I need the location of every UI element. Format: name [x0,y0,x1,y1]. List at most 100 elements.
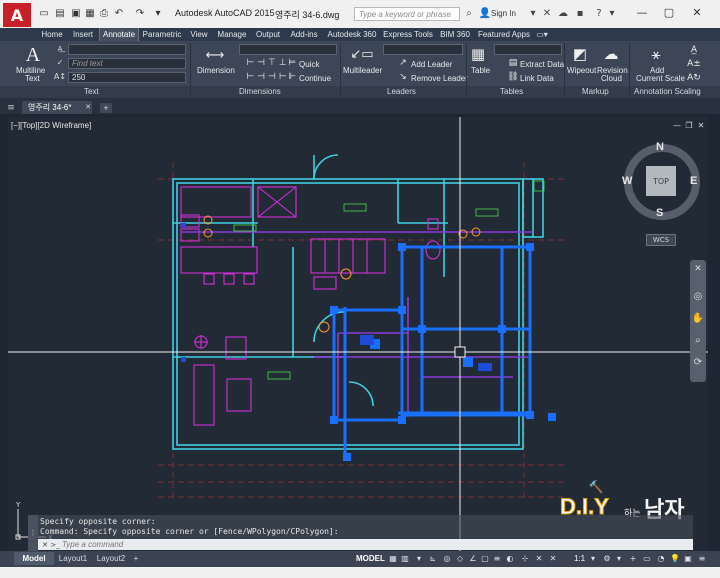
scale-dropdown-icon[interactable]: ▾ [588,554,598,564]
workspace-dropdown-icon[interactable]: ▾ [614,554,624,564]
revision-cloud-icon[interactable]: ☁ [600,44,622,64]
dimension-label[interactable]: Dimension [197,66,235,75]
command-close-icon[interactable]: ✕ [40,540,50,549]
add-leader-icon[interactable]: ↗ [398,58,408,68]
tab-autodesk-360[interactable]: Autodesk 360 [324,28,380,41]
multileader-style-dropdown[interactable] [383,44,463,55]
document-tab[interactable]: 영주리 34-6* [22,101,92,114]
isodraft-icon[interactable]: ◇ [455,554,465,564]
multiline-text-icon[interactable]: A [22,44,44,66]
exchange-apps-icon[interactable]: ✕ [540,8,554,20]
pan-icon[interactable]: ✋ [692,310,704,326]
viewport-close-icon[interactable]: ✕ [696,121,706,130]
command-recent-icon[interactable]: >_ [50,540,60,549]
snap-dropdown-icon[interactable]: ▾ [414,554,424,564]
annotation-scale-tool-2-icon[interactable]: A± [687,58,701,70]
lineweight-icon[interactable]: ≡ [492,554,502,564]
user-icon[interactable]: 👤 [478,8,492,20]
clean-screen-icon[interactable]: ▣ [683,554,693,564]
viewcube-west[interactable]: W [622,175,632,187]
tab-manage[interactable]: Manage [214,28,250,41]
tab-output[interactable]: Output [252,28,284,41]
quick-dimension-label[interactable]: Quick [299,60,319,69]
tab-add-ins[interactable]: Add-ins [286,28,322,41]
undo-icon[interactable]: ↶ [113,8,125,20]
close-tab-icon[interactable]: ✕ [84,103,92,111]
tab-view[interactable]: View [186,28,212,41]
workspace-switch-icon[interactable]: ⚙ [602,554,612,564]
viewport-controls-label[interactable]: [−][Top][2D Wireframe] [11,121,91,130]
add-layout-icon[interactable]: + [130,552,142,565]
text-panel-label[interactable]: Text [84,87,99,96]
isolate-objects-icon[interactable]: 💡 [670,554,680,564]
text-height-input[interactable]: 250 [68,72,186,83]
sign-in-dropdown-icon[interactable]: ▾ [526,8,540,20]
multileader-label[interactable]: Multileader [343,66,382,75]
text-style-dropdown[interactable] [68,44,186,55]
new-file-icon[interactable]: ▭ [38,8,50,20]
transparency-icon[interactable]: ◐ [505,554,515,564]
tab-parametric[interactable]: Parametric [140,28,184,41]
model-space-button[interactable]: MODEL [356,554,385,563]
markup-panel-label[interactable]: Markup [582,87,609,96]
ribbon-options-icon[interactable]: ▭▾ [535,28,549,41]
link-data-icon[interactable]: ⛓ [507,72,518,82]
tab-express-tools[interactable]: Express Tools [382,28,434,41]
table-style-dropdown[interactable] [494,44,562,55]
object-snap-tracking-icon[interactable]: ∠ [468,554,478,564]
dimension-style-dropdown[interactable] [239,44,337,55]
viewcube-top-face[interactable]: TOP [646,166,676,196]
extract-data-label[interactable]: Extract Data [520,60,564,69]
orbit-icon[interactable]: ⟳ [692,354,704,370]
tab-layout1[interactable]: Layout1 [56,552,90,565]
wcs-menu[interactable]: WCS [646,234,676,246]
tab-insert[interactable]: Insert [68,28,98,41]
selection-cycling-icon[interactable]: ⊹ [520,554,530,564]
annotation-scale[interactable]: 1:1 [574,554,585,563]
command-line-grip-icon[interactable]: ⋮ [28,515,38,551]
multileader-icon[interactable]: ↙▭ [350,44,374,64]
object-snap-icon[interactable]: ▢ [480,554,490,564]
zoom-icon[interactable]: ⌕ [692,332,704,348]
viewcube-south[interactable]: S [656,207,663,219]
search-icon[interactable]: ⌕ [462,8,476,20]
wipeout-label[interactable]: Wipeout [567,66,596,75]
extract-data-icon[interactable]: ▤ [508,58,518,68]
quick-properties-icon[interactable]: ◔ [656,554,666,564]
open-file-icon[interactable]: ▤ [54,8,66,20]
find-text-input[interactable]: Find text [68,58,186,69]
help-dropdown-icon[interactable]: ▾ [605,8,619,20]
steering-wheel-icon[interactable]: ◎ [692,288,704,304]
add-current-scale-label-2[interactable]: Current Scale [636,74,685,83]
close-button[interactable]: ✕ [686,4,708,22]
remove-leader-label[interactable]: Remove Leader [411,74,468,83]
tab-model[interactable]: Model [14,552,54,565]
annotation-scale-tool-3-icon[interactable]: A↻ [687,72,701,84]
minimize-button[interactable]: — [631,4,653,22]
ortho-icon[interactable]: ⊾ [428,554,438,564]
application-menu-button[interactable]: A [3,3,31,27]
annotation-scaling-panel-label[interactable]: Annotation Scaling [634,87,701,96]
table-icon[interactable]: ▦ [468,44,488,64]
viewport-minimize-icon[interactable]: — [672,121,682,130]
tab-annotate[interactable]: Annotate [99,28,139,41]
annotation-visibility-icon[interactable]: ✕ [534,554,544,564]
dimension-icon[interactable]: ⟷ [203,45,227,65]
stay-connected-icon[interactable]: ▪ [573,8,587,20]
continue-dimension-icon[interactable]: ⊩ [287,72,297,82]
continue-dimension-label[interactable]: Continue [299,74,331,83]
tab-layout2[interactable]: Layout2 [94,552,128,565]
a360-icon[interactable]: ☁ [556,8,570,20]
save-icon[interactable]: ▣ [70,8,82,20]
annotation-monitor-icon[interactable]: + [628,554,638,564]
tab-home[interactable]: Home [37,28,67,41]
start-tab-icon[interactable]: ≡ [4,101,18,114]
link-data-label[interactable]: Link Data [520,74,554,83]
redo-icon[interactable]: ↷ [134,8,146,20]
quick-access-dropdown-icon[interactable]: ▾ [152,8,164,20]
viewcube-east[interactable]: E [690,175,697,187]
check-spelling-icon[interactable]: ✓ [54,58,66,67]
auto-scale-icon[interactable]: ✕ [548,554,558,564]
help-icon[interactable]: ? [592,8,606,20]
new-tab-button[interactable]: + [100,103,112,113]
